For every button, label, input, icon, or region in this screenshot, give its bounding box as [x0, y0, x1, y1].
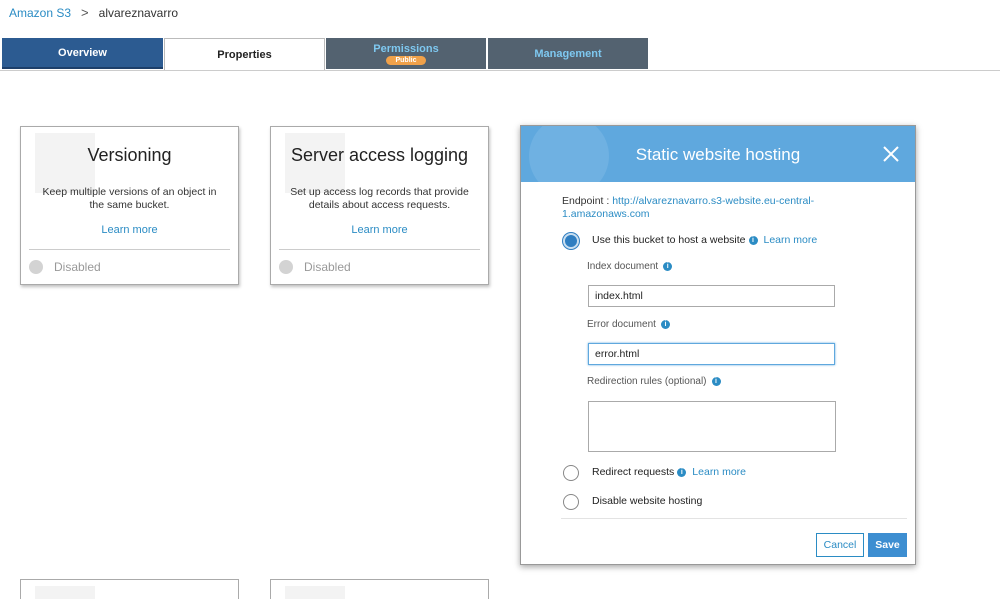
- learn-more-link[interactable]: Learn more: [692, 466, 746, 478]
- option-redirect-requests-label: Redirect requests: [592, 466, 675, 478]
- card-divider: [279, 249, 480, 250]
- error-document-label-text: Error document: [587, 319, 656, 330]
- panel-title: Static website hosting: [635, 145, 801, 164]
- card-description: Set up access log records that provide d…: [290, 186, 469, 211]
- option-disable-hosting: Disable website hosting: [592, 495, 702, 507]
- static-website-hosting-panel: Static website hosting Endpoint : http:/…: [520, 125, 916, 565]
- panel-header: Static website hosting: [521, 126, 915, 182]
- public-badge: Public: [386, 55, 426, 65]
- card-partial-right[interactable]: [270, 579, 489, 599]
- redirection-rules-textarea[interactable]: [588, 401, 836, 452]
- tab-properties-label: Properties: [217, 48, 272, 61]
- cancel-button[interactable]: Cancel: [816, 533, 864, 557]
- card-title: Versioning: [87, 145, 172, 165]
- info-icon[interactable]: i: [677, 467, 687, 477]
- learn-more-link[interactable]: Learn more: [271, 224, 488, 236]
- status-label: Disabled: [304, 260, 351, 274]
- tab-permissions[interactable]: Permissions Public: [326, 38, 486, 69]
- card-status: Disabled: [279, 260, 351, 274]
- tab-management[interactable]: Management: [488, 38, 648, 69]
- endpoint-label: Endpoint :: [562, 195, 610, 207]
- tab-overview[interactable]: Overview: [2, 38, 163, 69]
- breadcrumb-amazon-s3[interactable]: Amazon S3: [9, 6, 71, 20]
- error-document-input[interactable]: [588, 343, 835, 365]
- status-dot-icon: [29, 260, 43, 274]
- panel-divider: [561, 518, 907, 519]
- redirection-rules-label: Redirection rules (optional) i: [587, 376, 721, 387]
- option-redirect-requests: Redirect requests i Learn more: [592, 466, 746, 478]
- status-label: Disabled: [54, 260, 101, 274]
- tab-permissions-label: Permissions: [373, 42, 439, 55]
- radio-host-website[interactable]: [563, 233, 579, 249]
- breadcrumb: Amazon S3 > alvareznavarro: [9, 5, 178, 20]
- breadcrumb-current-bucket: alvareznavarro: [98, 5, 179, 20]
- index-document-label: Index document i: [587, 261, 673, 272]
- card-description: Keep multiple versions of an object in t…: [42, 186, 217, 211]
- option-disable-hosting-label: Disable website hosting: [592, 495, 703, 507]
- save-button[interactable]: Save: [868, 533, 907, 557]
- close-icon[interactable]: [881, 144, 901, 164]
- option-host-website-label: Use this bucket to host a website: [592, 234, 746, 246]
- card-title: Server access logging: [290, 145, 469, 165]
- tab-overview-label: Overview: [58, 46, 107, 59]
- card-partial-left[interactable]: [20, 579, 239, 599]
- info-icon[interactable]: i: [711, 377, 721, 386]
- card-status: Disabled: [29, 260, 101, 274]
- info-icon[interactable]: i: [660, 320, 670, 329]
- tab-bar: Overview Properties Permissions Public M…: [0, 38, 1000, 71]
- learn-more-link[interactable]: Learn more: [764, 234, 818, 246]
- breadcrumb-separator-icon: >: [81, 5, 89, 20]
- learn-more-link[interactable]: Learn more: [21, 224, 238, 236]
- tab-properties[interactable]: Properties: [164, 38, 325, 70]
- info-icon[interactable]: i: [748, 235, 758, 245]
- status-dot-icon: [279, 260, 293, 274]
- versioning-card[interactable]: Versioning Keep multiple versions of an …: [20, 126, 239, 285]
- radio-redirect-requests[interactable]: [563, 465, 579, 481]
- error-document-label: Error document i: [587, 319, 670, 330]
- radio-disable-hosting[interactable]: [563, 494, 579, 510]
- card-watermark-icon: [285, 586, 345, 599]
- index-document-input[interactable]: [588, 285, 835, 307]
- tab-management-label: Management: [534, 47, 602, 60]
- index-document-label-text: Index document: [587, 261, 659, 272]
- card-watermark-icon: [35, 586, 95, 599]
- info-icon[interactable]: i: [663, 262, 673, 271]
- card-divider: [29, 249, 230, 250]
- redirection-rules-label-text: Redirection rules (optional): [587, 376, 707, 387]
- endpoint: Endpoint : http://alvareznavarro.s3-webs…: [562, 195, 832, 221]
- option-host-website: Use this bucket to host a website i Lear…: [592, 234, 817, 246]
- server-access-logging-card[interactable]: Server access logging Set up access log …: [270, 126, 489, 285]
